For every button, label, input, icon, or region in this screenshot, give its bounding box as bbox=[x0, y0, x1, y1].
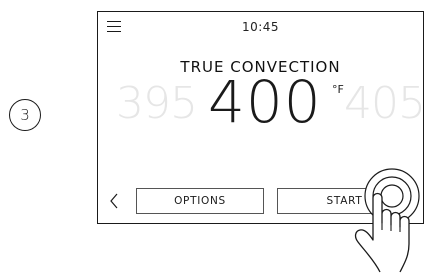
step-number-badge: 3 bbox=[9, 99, 41, 131]
temperature-current-value[interactable]: 400 bbox=[208, 68, 322, 136]
temperature-previous-option[interactable]: 395 bbox=[116, 78, 198, 129]
tapping-hand-icon bbox=[354, 168, 420, 273]
step-number: 3 bbox=[20, 106, 30, 124]
temperature-next-option[interactable]: 405 bbox=[344, 78, 426, 129]
chevron-left-icon[interactable] bbox=[109, 193, 119, 209]
clock-display: 10:45 bbox=[241, 20, 280, 34]
options-button[interactable]: OPTIONS bbox=[136, 188, 264, 214]
options-button-label: OPTIONS bbox=[174, 195, 226, 207]
temperature-unit: °F bbox=[332, 83, 344, 96]
